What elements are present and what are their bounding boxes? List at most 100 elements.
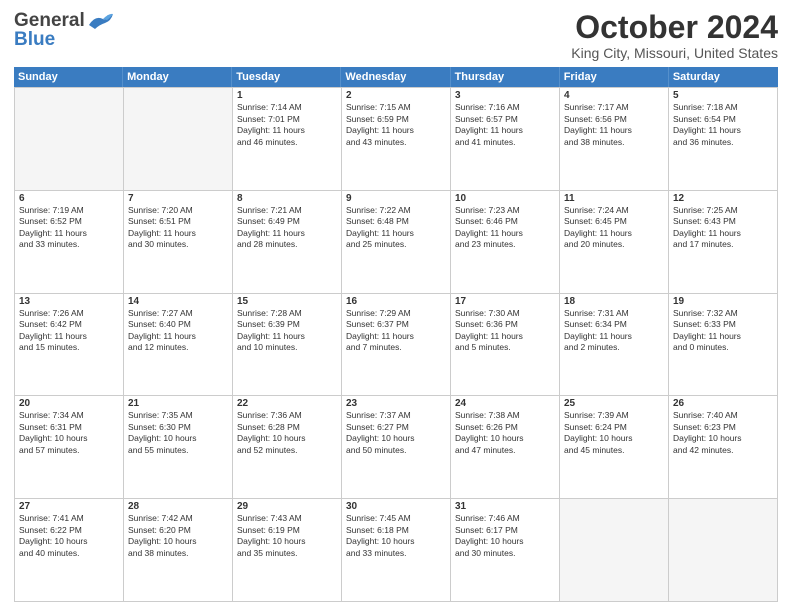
- calendar-cell: 24Sunrise: 7:38 AM Sunset: 6:26 PM Dayli…: [451, 396, 560, 499]
- calendar-cell: 3Sunrise: 7:16 AM Sunset: 6:57 PM Daylig…: [451, 88, 560, 191]
- cell-info: Sunrise: 7:41 AM Sunset: 6:22 PM Dayligh…: [19, 513, 119, 559]
- calendar-cell: 26Sunrise: 7:40 AM Sunset: 6:23 PM Dayli…: [669, 396, 778, 499]
- cell-info: Sunrise: 7:46 AM Sunset: 6:17 PM Dayligh…: [455, 513, 555, 559]
- cell-info: Sunrise: 7:25 AM Sunset: 6:43 PM Dayligh…: [673, 205, 773, 251]
- day-number: 3: [455, 90, 555, 101]
- cell-info: Sunrise: 7:39 AM Sunset: 6:24 PM Dayligh…: [564, 410, 664, 456]
- cell-info: Sunrise: 7:37 AM Sunset: 6:27 PM Dayligh…: [346, 410, 446, 456]
- day-number: 13: [19, 296, 119, 307]
- day-number: 1: [237, 90, 337, 101]
- month-title: October 2024: [571, 10, 778, 45]
- day-number: 19: [673, 296, 773, 307]
- calendar-cell: 13Sunrise: 7:26 AM Sunset: 6:42 PM Dayli…: [15, 294, 124, 397]
- cell-info: Sunrise: 7:27 AM Sunset: 6:40 PM Dayligh…: [128, 308, 228, 354]
- cell-info: Sunrise: 7:16 AM Sunset: 6:57 PM Dayligh…: [455, 102, 555, 148]
- calendar-cell: 9Sunrise: 7:22 AM Sunset: 6:48 PM Daylig…: [342, 191, 451, 294]
- cal-header-day: Tuesday: [232, 67, 341, 87]
- calendar-cell: 1Sunrise: 7:14 AM Sunset: 7:01 PM Daylig…: [233, 88, 342, 191]
- cal-header-day: Monday: [123, 67, 232, 87]
- day-number: 4: [564, 90, 664, 101]
- calendar-row: 1Sunrise: 7:14 AM Sunset: 7:01 PM Daylig…: [15, 88, 778, 191]
- calendar-cell: 17Sunrise: 7:30 AM Sunset: 6:36 PM Dayli…: [451, 294, 560, 397]
- day-number: 2: [346, 90, 446, 101]
- calendar: SundayMondayTuesdayWednesdayThursdayFrid…: [14, 67, 778, 602]
- cell-info: Sunrise: 7:18 AM Sunset: 6:54 PM Dayligh…: [673, 102, 773, 148]
- calendar-cell: 21Sunrise: 7:35 AM Sunset: 6:30 PM Dayli…: [124, 396, 233, 499]
- calendar-cell: 5Sunrise: 7:18 AM Sunset: 6:54 PM Daylig…: [669, 88, 778, 191]
- cell-info: Sunrise: 7:45 AM Sunset: 6:18 PM Dayligh…: [346, 513, 446, 559]
- calendar-body: 1Sunrise: 7:14 AM Sunset: 7:01 PM Daylig…: [14, 87, 778, 602]
- cell-info: Sunrise: 7:30 AM Sunset: 6:36 PM Dayligh…: [455, 308, 555, 354]
- calendar-cell: 28Sunrise: 7:42 AM Sunset: 6:20 PM Dayli…: [124, 499, 233, 602]
- day-number: 27: [19, 501, 119, 512]
- cal-header-day: Saturday: [669, 67, 778, 87]
- day-number: 20: [19, 398, 119, 409]
- day-number: 14: [128, 296, 228, 307]
- cell-info: Sunrise: 7:24 AM Sunset: 6:45 PM Dayligh…: [564, 205, 664, 251]
- day-number: 9: [346, 193, 446, 204]
- calendar-cell: [669, 499, 778, 602]
- calendar-cell: 27Sunrise: 7:41 AM Sunset: 6:22 PM Dayli…: [15, 499, 124, 602]
- day-number: 29: [237, 501, 337, 512]
- calendar-cell: 29Sunrise: 7:43 AM Sunset: 6:19 PM Dayli…: [233, 499, 342, 602]
- day-number: 26: [673, 398, 773, 409]
- cell-info: Sunrise: 7:19 AM Sunset: 6:52 PM Dayligh…: [19, 205, 119, 251]
- day-number: 21: [128, 398, 228, 409]
- calendar-cell: [15, 88, 124, 191]
- calendar-cell: 12Sunrise: 7:25 AM Sunset: 6:43 PM Dayli…: [669, 191, 778, 294]
- day-number: 25: [564, 398, 664, 409]
- calendar-row: 27Sunrise: 7:41 AM Sunset: 6:22 PM Dayli…: [15, 499, 778, 602]
- day-number: 28: [128, 501, 228, 512]
- cell-info: Sunrise: 7:22 AM Sunset: 6:48 PM Dayligh…: [346, 205, 446, 251]
- calendar-cell: 25Sunrise: 7:39 AM Sunset: 6:24 PM Dayli…: [560, 396, 669, 499]
- cell-info: Sunrise: 7:20 AM Sunset: 6:51 PM Dayligh…: [128, 205, 228, 251]
- cell-info: Sunrise: 7:23 AM Sunset: 6:46 PM Dayligh…: [455, 205, 555, 251]
- cal-header-day: Thursday: [451, 67, 560, 87]
- cal-header-day: Sunday: [14, 67, 123, 87]
- calendar-cell: 20Sunrise: 7:34 AM Sunset: 6:31 PM Dayli…: [15, 396, 124, 499]
- day-number: 18: [564, 296, 664, 307]
- cell-info: Sunrise: 7:43 AM Sunset: 6:19 PM Dayligh…: [237, 513, 337, 559]
- day-number: 8: [237, 193, 337, 204]
- day-number: 5: [673, 90, 773, 101]
- logo: General Blue: [14, 10, 115, 49]
- calendar-cell: 4Sunrise: 7:17 AM Sunset: 6:56 PM Daylig…: [560, 88, 669, 191]
- day-number: 11: [564, 193, 664, 204]
- calendar-row: 20Sunrise: 7:34 AM Sunset: 6:31 PM Dayli…: [15, 396, 778, 499]
- calendar-cell: 18Sunrise: 7:31 AM Sunset: 6:34 PM Dayli…: [560, 294, 669, 397]
- logo-blue: Blue: [14, 30, 55, 49]
- calendar-cell: 23Sunrise: 7:37 AM Sunset: 6:27 PM Dayli…: [342, 396, 451, 499]
- cell-info: Sunrise: 7:15 AM Sunset: 6:59 PM Dayligh…: [346, 102, 446, 148]
- day-number: 17: [455, 296, 555, 307]
- cell-info: Sunrise: 7:38 AM Sunset: 6:26 PM Dayligh…: [455, 410, 555, 456]
- cell-info: Sunrise: 7:42 AM Sunset: 6:20 PM Dayligh…: [128, 513, 228, 559]
- calendar-cell: 16Sunrise: 7:29 AM Sunset: 6:37 PM Dayli…: [342, 294, 451, 397]
- day-number: 31: [455, 501, 555, 512]
- day-number: 7: [128, 193, 228, 204]
- title-section: October 2024 King City, Missouri, United…: [571, 10, 778, 61]
- cell-info: Sunrise: 7:29 AM Sunset: 6:37 PM Dayligh…: [346, 308, 446, 354]
- calendar-cell: 2Sunrise: 7:15 AM Sunset: 6:59 PM Daylig…: [342, 88, 451, 191]
- calendar-cell: 7Sunrise: 7:20 AM Sunset: 6:51 PM Daylig…: [124, 191, 233, 294]
- day-number: 6: [19, 193, 119, 204]
- calendar-header: SundayMondayTuesdayWednesdayThursdayFrid…: [14, 67, 778, 87]
- cal-header-day: Wednesday: [341, 67, 450, 87]
- calendar-cell: 31Sunrise: 7:46 AM Sunset: 6:17 PM Dayli…: [451, 499, 560, 602]
- calendar-cell: [560, 499, 669, 602]
- cell-info: Sunrise: 7:17 AM Sunset: 6:56 PM Dayligh…: [564, 102, 664, 148]
- cell-info: Sunrise: 7:28 AM Sunset: 6:39 PM Dayligh…: [237, 308, 337, 354]
- cell-info: Sunrise: 7:32 AM Sunset: 6:33 PM Dayligh…: [673, 308, 773, 354]
- day-number: 23: [346, 398, 446, 409]
- calendar-cell: 19Sunrise: 7:32 AM Sunset: 6:33 PM Dayli…: [669, 294, 778, 397]
- cell-info: Sunrise: 7:26 AM Sunset: 6:42 PM Dayligh…: [19, 308, 119, 354]
- cell-info: Sunrise: 7:40 AM Sunset: 6:23 PM Dayligh…: [673, 410, 773, 456]
- day-number: 16: [346, 296, 446, 307]
- header: General Blue October 2024 King City, Mis…: [14, 10, 778, 61]
- calendar-cell: 6Sunrise: 7:19 AM Sunset: 6:52 PM Daylig…: [15, 191, 124, 294]
- cell-info: Sunrise: 7:31 AM Sunset: 6:34 PM Dayligh…: [564, 308, 664, 354]
- calendar-cell: 15Sunrise: 7:28 AM Sunset: 6:39 PM Dayli…: [233, 294, 342, 397]
- cell-info: Sunrise: 7:36 AM Sunset: 6:28 PM Dayligh…: [237, 410, 337, 456]
- cell-info: Sunrise: 7:14 AM Sunset: 7:01 PM Dayligh…: [237, 102, 337, 148]
- calendar-cell: 8Sunrise: 7:21 AM Sunset: 6:49 PM Daylig…: [233, 191, 342, 294]
- location: King City, Missouri, United States: [571, 45, 778, 61]
